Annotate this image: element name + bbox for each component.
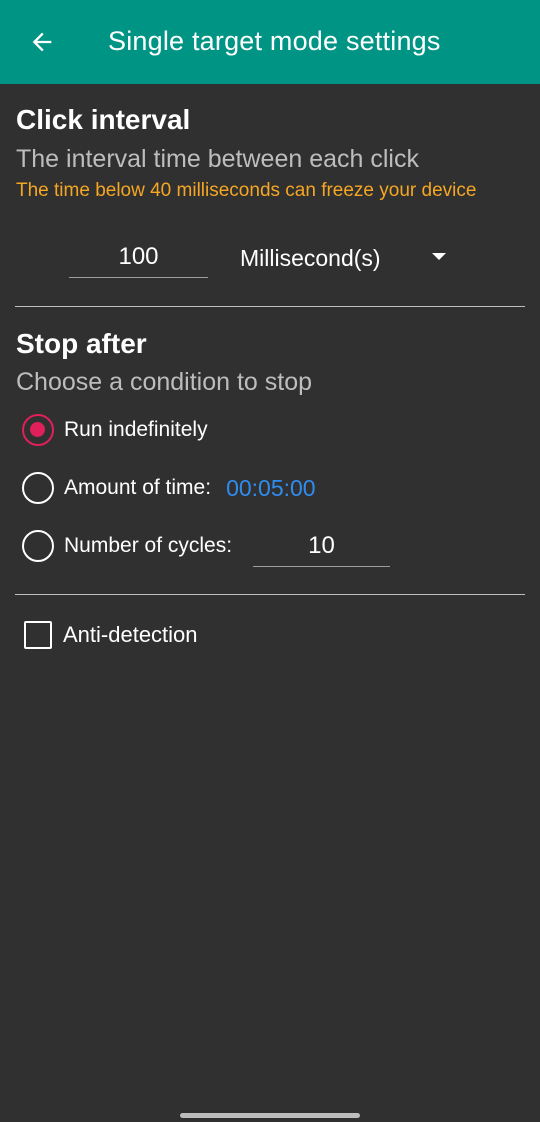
- option-amount-of-time[interactable]: Amount of time: 00:05:00: [22, 470, 316, 506]
- interval-unit-label: Millisecond(s): [240, 244, 381, 271]
- divider: [15, 306, 525, 307]
- option-run-indefinitely[interactable]: Run indefinitely: [22, 412, 208, 448]
- stop-after-title: Stop after: [16, 328, 147, 359]
- option-label: Run indefinitely: [64, 418, 208, 441]
- interval-unit-dropdown[interactable]: Millisecond(s): [240, 238, 460, 278]
- interval-value-input[interactable]: 100: [69, 238, 208, 278]
- anti-detection-row[interactable]: Anti-detection: [24, 618, 198, 652]
- divider: [15, 594, 525, 595]
- arrow-left-icon: [32, 32, 52, 52]
- anti-detection-label: Anti-detection: [63, 622, 198, 647]
- radio-unselected-icon[interactable]: [22, 472, 54, 504]
- checkbox-unchecked-icon[interactable]: [24, 621, 52, 649]
- time-value-link[interactable]: 00:05:00: [226, 475, 316, 502]
- stop-after-subtitle: Choose a condition to stop: [16, 368, 313, 396]
- option-number-of-cycles[interactable]: Number of cycles:: [22, 528, 232, 564]
- gesture-nav-handle[interactable]: [180, 1113, 360, 1118]
- dropdown-arrow-icon: [432, 253, 446, 260]
- option-label: Amount of time:: [64, 476, 212, 499]
- back-button[interactable]: [22, 22, 62, 62]
- option-label: Number of cycles:: [64, 534, 233, 557]
- page-title: Single target mode settings: [108, 26, 441, 56]
- interval-warning-text: The time below 40 milliseconds can freez…: [16, 180, 477, 201]
- app-bar: Single target mode settings: [0, 0, 540, 84]
- radio-unselected-icon[interactable]: [22, 530, 54, 562]
- radio-selected-icon[interactable]: [22, 414, 54, 446]
- cycles-value-input[interactable]: 10: [253, 527, 390, 567]
- click-interval-title: Click interval: [16, 104, 191, 135]
- click-interval-subtitle: The interval time between each click: [16, 145, 419, 173]
